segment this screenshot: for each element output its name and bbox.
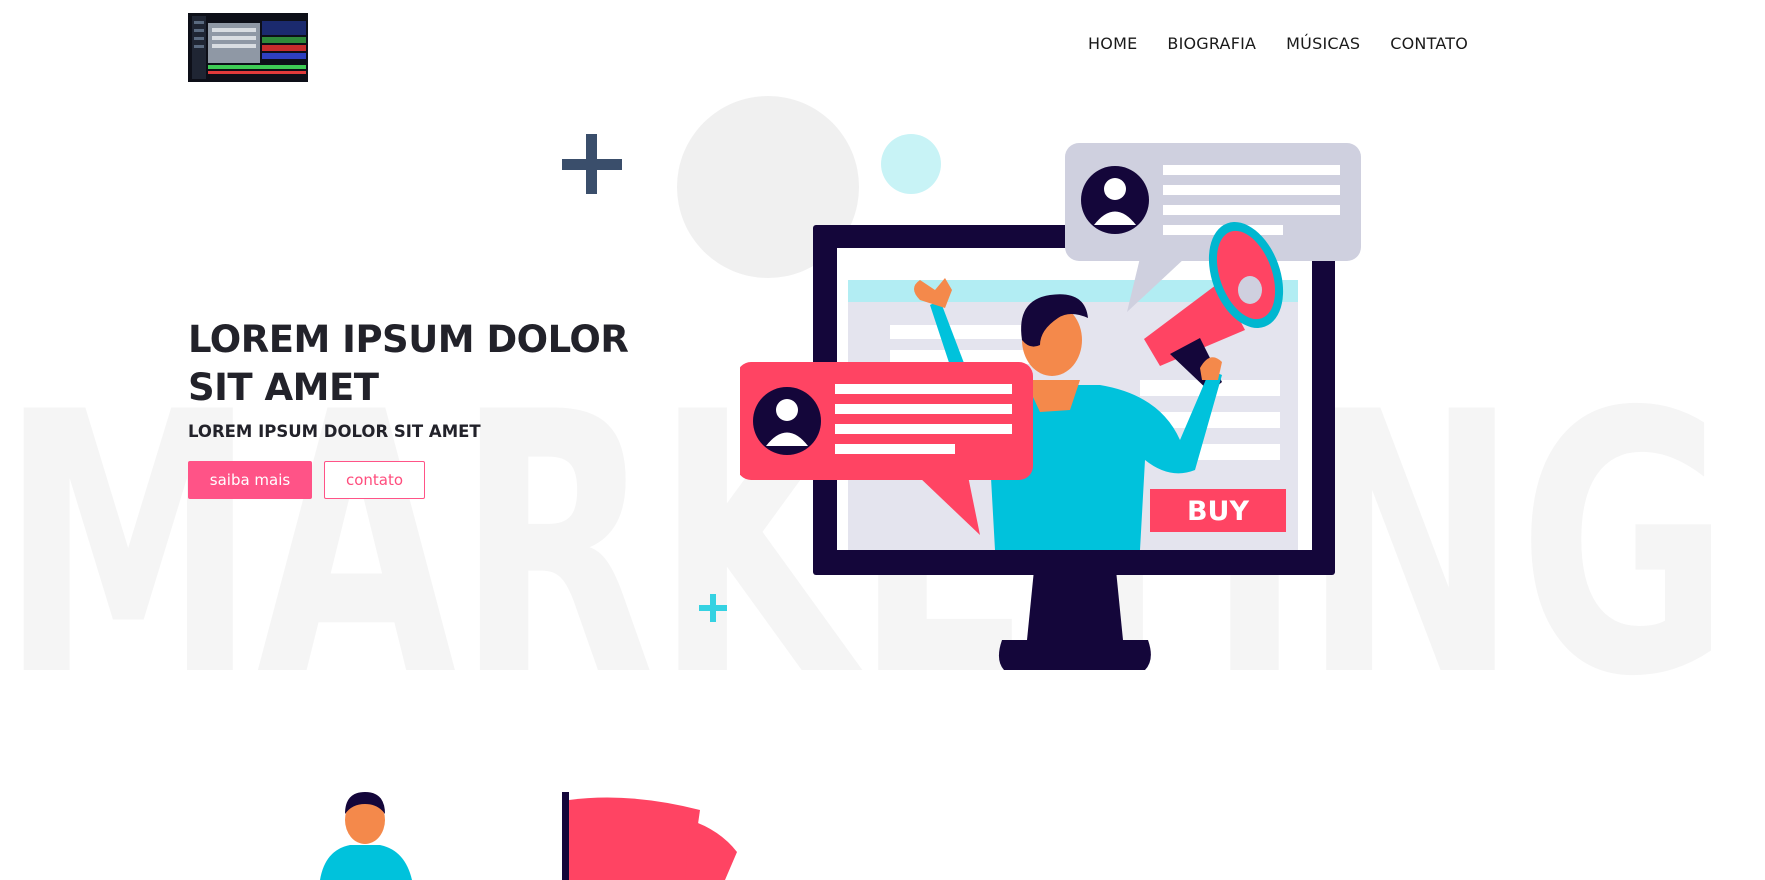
flag-pole (562, 792, 569, 880)
flag-shape (569, 797, 700, 880)
nav-biografia[interactable]: BIOGRAFIA (1167, 34, 1256, 53)
monitor-base (998, 640, 1151, 670)
logo-image (188, 13, 308, 82)
buy-label: BUY (1187, 496, 1250, 527)
nav-contato[interactable]: CONTATO (1390, 34, 1468, 53)
hero-text-block: LOREM IPSUM DOLOR SIT AMET LOREM IPSUM D… (188, 316, 668, 499)
plus-dark-icon (562, 134, 622, 194)
hero-subtitle: LOREM IPSUM DOLOR SIT AMET (188, 422, 481, 441)
nav-musicas[interactable]: MÚSICAS (1286, 34, 1360, 53)
site-header: HOME BIOGRAFIA MÚSICAS CONTATO (0, 0, 1765, 100)
saiba-mais-button[interactable]: saiba mais (188, 461, 312, 499)
main-nav: HOME BIOGRAFIA MÚSICAS CONTATO (1088, 34, 1468, 53)
plus-cyan-icon (699, 594, 727, 622)
section-two-illustration (320, 792, 737, 880)
hero-title: LOREM IPSUM DOLOR SIT AMET (188, 318, 629, 409)
nav-home[interactable]: HOME (1088, 34, 1137, 53)
marketing-illustration: BUY (740, 143, 1361, 670)
site-logo[interactable] (188, 13, 308, 82)
contato-button[interactable]: contato (324, 461, 425, 499)
hero-buttons: saiba mais contato (188, 461, 668, 499)
